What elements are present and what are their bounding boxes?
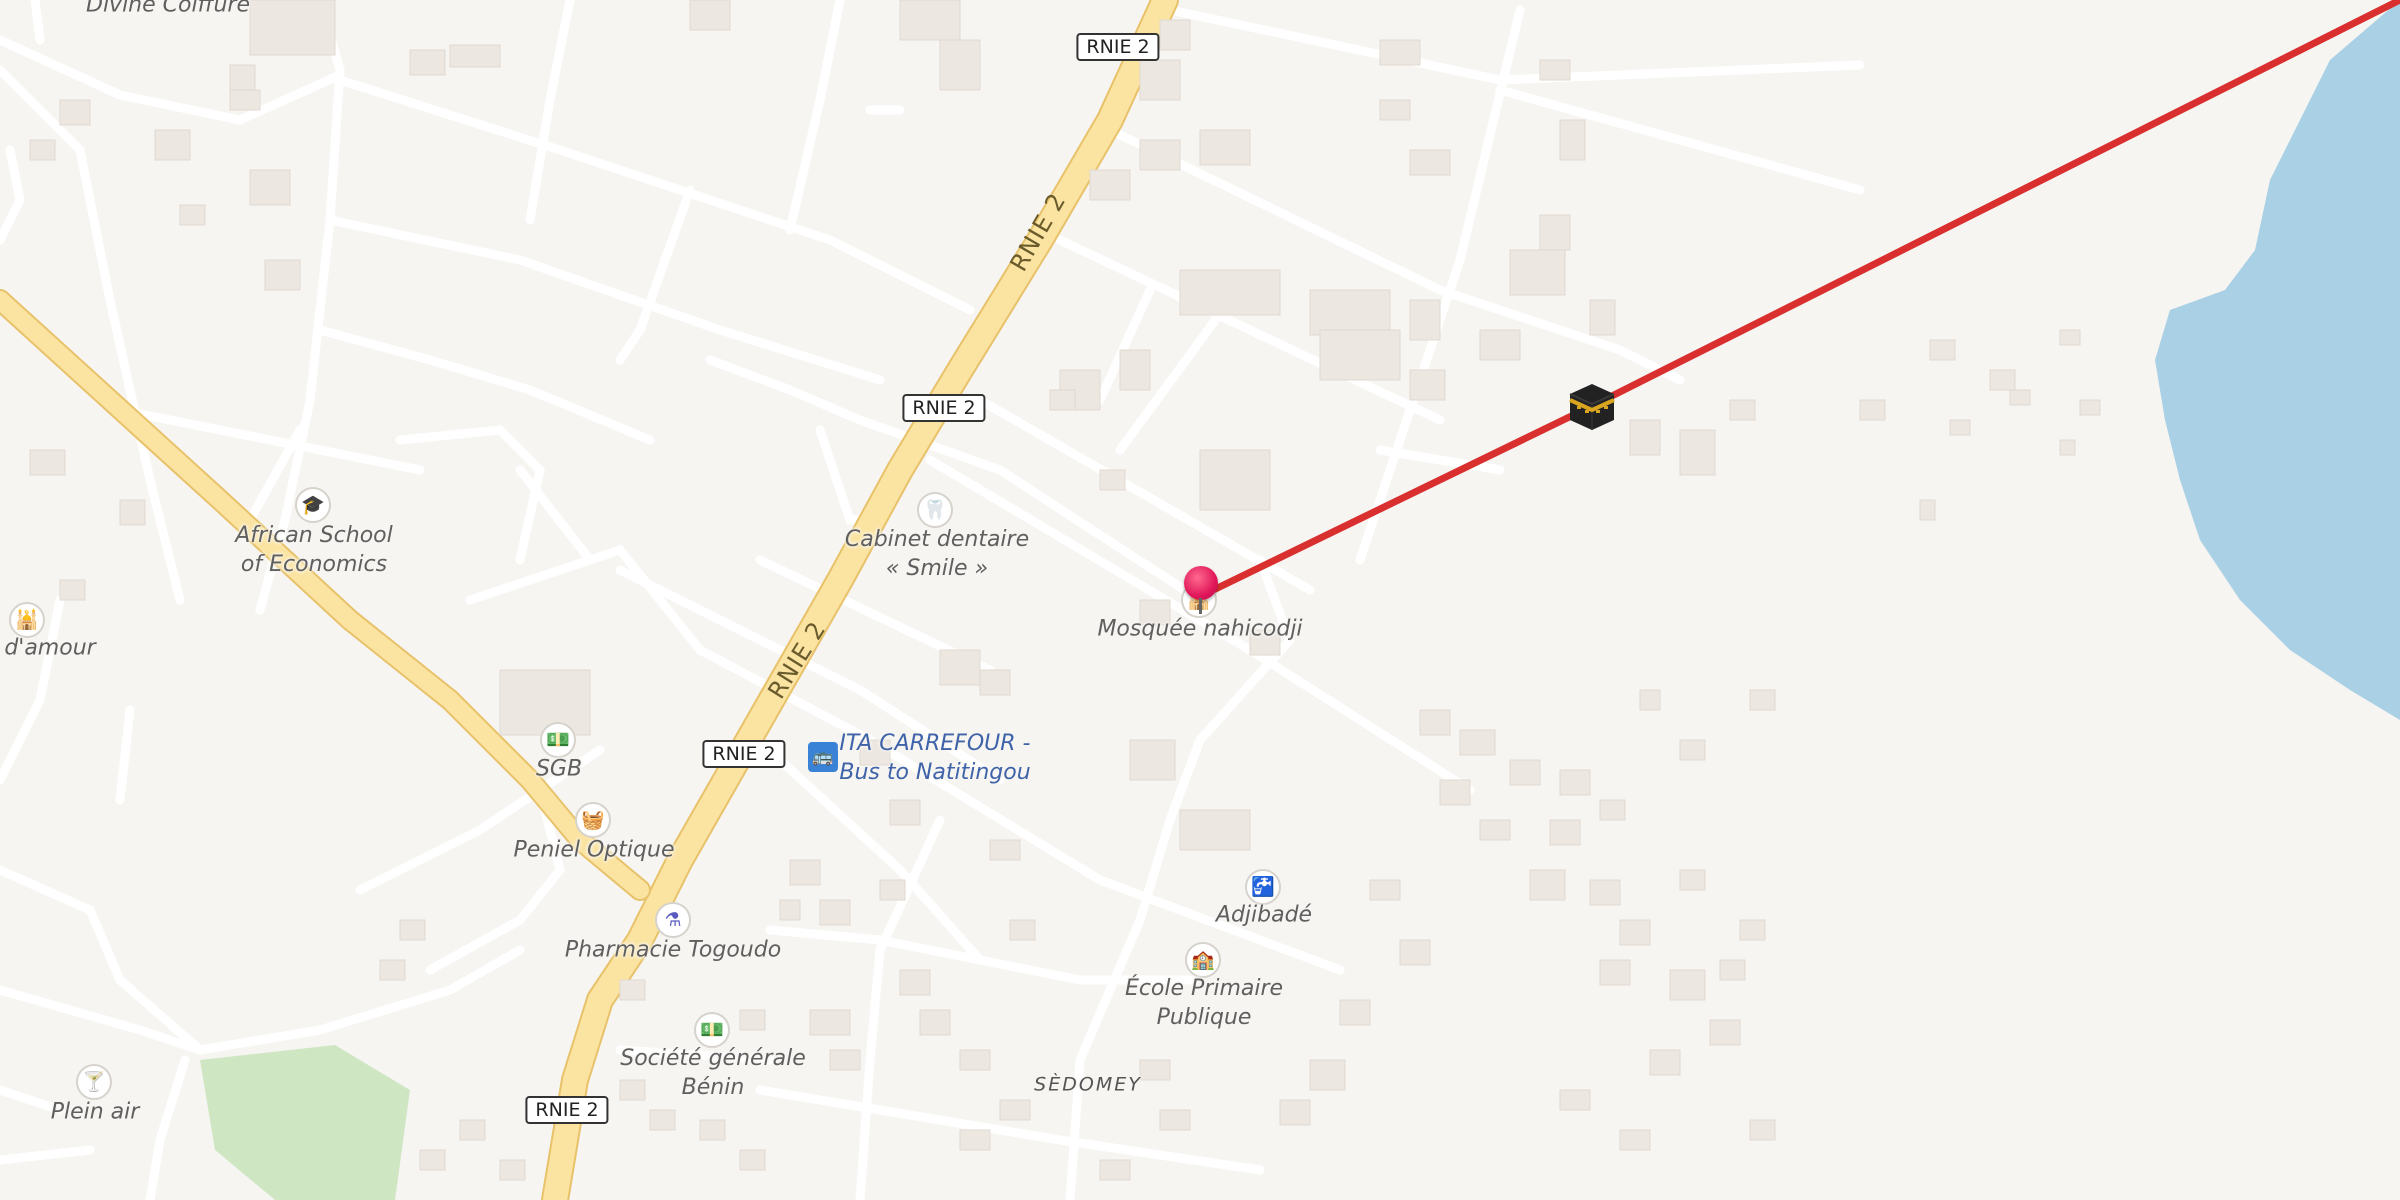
poi-label-cabinet-dentaire[interactable]: Cabinet dentaire « Smile » [845, 525, 1029, 583]
poi-label-sgb[interactable]: SGB [536, 755, 582, 784]
graduation-cap-icon[interactable]: 🎓 [295, 487, 331, 523]
road-shield-middle: RNIE 2 [902, 394, 986, 422]
shopping-basket-icon[interactable]: 🧺 [575, 802, 611, 838]
bus-stop-icon[interactable]: 🚌 [808, 742, 838, 772]
tooth-icon[interactable]: 🦷 [917, 492, 953, 528]
map-canvas[interactable]: RNIE 2 RNIE 2 RNIE 2 RNIE 2 RNIE 2 RNIE … [0, 0, 2400, 1200]
road-shield-bottom: RNIE 2 [525, 1096, 609, 1124]
poi-label-societe-generale[interactable]: Société générale Bénin [620, 1044, 805, 1102]
location-pin-icon[interactable] [1184, 566, 1218, 614]
road-shield-lower: RNIE 2 [702, 740, 786, 768]
poi-label-mosquee[interactable]: Mosquée nahicodji [1097, 615, 1302, 644]
poi-label-pharmacie[interactable]: Pharmacie Togoudo [565, 936, 781, 965]
poi-label-damour[interactable]: d'amour [4, 634, 95, 663]
school-icon[interactable]: 🏫 [1185, 942, 1221, 978]
poi-label-peniel-optique[interactable]: Peniel Optique [514, 836, 675, 865]
poi-label-divine-coiffure[interactable]: Divine Coiffure [86, 0, 250, 20]
poi-label-ecole-primaire[interactable]: École Primaire Publique [1125, 974, 1283, 1032]
banknote-icon[interactable]: 💵 [694, 1012, 730, 1048]
mortar-pestle-icon[interactable]: ⚗ [655, 902, 691, 938]
park-area [200, 1045, 410, 1200]
banknote-icon[interactable]: 💵 [540, 722, 576, 758]
poi-label-african-school[interactable]: African School of Economics [235, 521, 393, 579]
kaaba-graphic [1569, 384, 1615, 430]
poi-label-plein-air[interactable]: Plein air [51, 1098, 140, 1127]
road-shield-top: RNIE 2 [1076, 33, 1160, 61]
cocktail-icon[interactable]: 🍸 [76, 1064, 112, 1100]
poi-label-ita-carrefour[interactable]: ITA CARREFOUR - Bus to Natitingou [839, 729, 1030, 787]
kaaba-icon[interactable] [1566, 380, 1618, 432]
primary-roads [0, 0, 1179, 1200]
poi-label-adjibade[interactable]: Adjibadé [1216, 901, 1312, 930]
area-label-sedomey: SÈDOMEY [1034, 1073, 1142, 1096]
